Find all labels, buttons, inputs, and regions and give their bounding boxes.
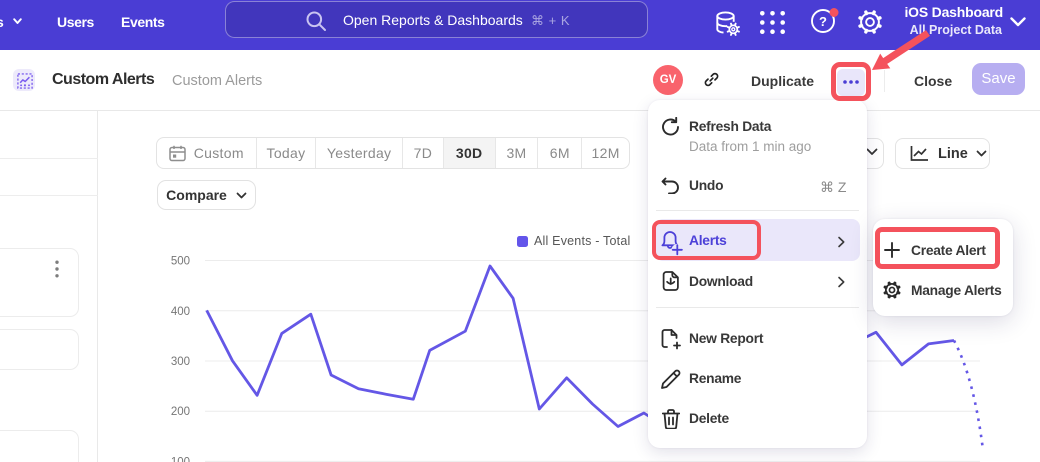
svg-text:200: 200: [171, 406, 190, 418]
svg-text:?: ?: [819, 14, 827, 29]
svg-text:300: 300: [171, 356, 190, 368]
svg-text:100: 100: [171, 456, 190, 462]
svg-text:400: 400: [171, 306, 190, 318]
svg-text:500: 500: [171, 256, 190, 268]
